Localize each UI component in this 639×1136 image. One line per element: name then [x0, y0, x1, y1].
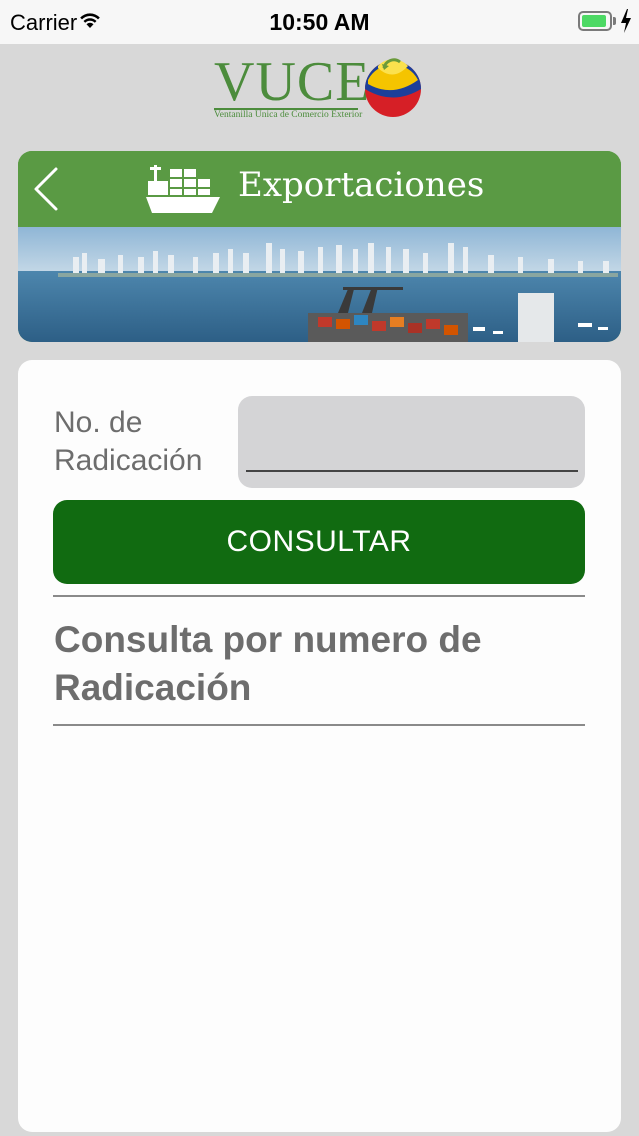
- radicacion-label: No. de Radicación: [54, 406, 203, 477]
- vuce-logo: VUCE Ventanilla Única de Comercio Exteri…: [212, 52, 432, 120]
- input-underline: [246, 470, 578, 472]
- chevron-left-icon[interactable]: [30, 165, 62, 213]
- status-bar: Carrier 10:50 AM: [0, 0, 639, 44]
- logo-subtitle: Ventanilla Única de Comercio Exterior: [214, 110, 363, 120]
- page-title: Exportaciones: [238, 165, 485, 205]
- colombia-globe-icon: [365, 58, 421, 117]
- header-card: Exportaciones: [18, 151, 621, 342]
- header-bar: Exportaciones: [18, 151, 621, 227]
- radicacion-input[interactable]: [238, 396, 585, 488]
- cargo-ship-icon: [146, 165, 220, 213]
- clock: 10:50 AM: [269, 9, 370, 35]
- logo-text: VUCE: [214, 51, 371, 113]
- battery-icon: [578, 11, 612, 31]
- consultar-button[interactable]: CONSULTAR: [53, 500, 585, 584]
- battery-cap: [613, 17, 616, 25]
- content-card: No. de Radicación CONSULTAR Consulta por…: [18, 360, 621, 1132]
- cartagena-harbor-image: [18, 227, 621, 342]
- divider: [53, 724, 585, 726]
- divider: [53, 595, 585, 597]
- section-title: Consulta por numero de Radicación: [54, 619, 482, 708]
- charging-bolt-icon: [621, 9, 631, 33]
